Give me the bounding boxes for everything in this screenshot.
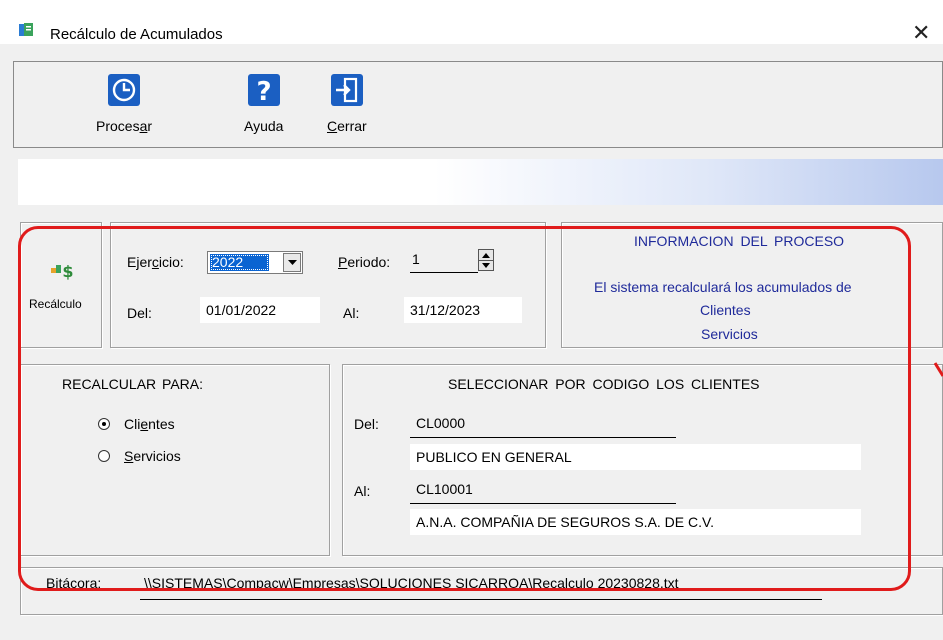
ejercicio-label-start: Ejer <box>127 254 152 270</box>
app-icon <box>19 23 33 36</box>
bitacora-accel: B <box>46 575 56 591</box>
info-title: INFORMACION DEL PROCESO <box>634 233 845 249</box>
bitacora-underline <box>140 599 822 600</box>
periodo-value: 1 <box>412 251 420 267</box>
close-window-button[interactable]: ✕ <box>912 22 930 44</box>
recalculo-panel: $ Recálculo <box>20 222 102 348</box>
bitacora-label: Bitácora: <box>46 575 101 591</box>
exit-door-icon <box>330 74 363 106</box>
recalcular-title: RECALCULAR PARA: <box>62 376 204 392</box>
info-line-3: Servicios <box>701 326 758 342</box>
periodo-accel: P <box>338 254 348 270</box>
ejercicio-accel: c <box>151 254 159 270</box>
spin-up-icon[interactable] <box>482 253 490 258</box>
spin-buttons[interactable] <box>478 249 494 271</box>
info-line-1: El sistema recalculará los acumulados de <box>594 279 852 295</box>
servicios-label[interactable]: Servicios <box>124 448 181 464</box>
del-date-label: Del: <box>127 305 152 321</box>
del-code-label: Del: <box>354 416 379 432</box>
servicios-radio[interactable] <box>98 450 110 462</box>
dropdown-button[interactable] <box>283 253 301 272</box>
servicios-label-end: ervicios <box>133 448 181 464</box>
parameters-panel <box>110 222 546 348</box>
clientes-label-end: ntes <box>148 416 175 432</box>
chevron-down-icon <box>288 260 297 265</box>
procesar-label-end: r <box>147 118 153 134</box>
svg-text:$: $ <box>62 262 73 280</box>
ayuda-label: Ayuda <box>244 118 284 134</box>
servicios-accel: S <box>124 448 134 464</box>
svg-text:?: ? <box>256 77 271 106</box>
ejercicio-value: 2022 <box>210 254 269 271</box>
del-date-field[interactable]: 01/01/2022 <box>200 297 320 323</box>
cerrar-accel: C <box>327 118 338 134</box>
cerrar-label: errar <box>337 118 367 134</box>
seleccionar-title: SELECCIONAR POR CODIGO LOS CLIENTES <box>448 376 760 392</box>
periodo-label: Periodo: <box>338 254 390 270</box>
money-icon: $ <box>51 262 74 280</box>
clientes-accel: e <box>140 416 149 432</box>
clientes-label[interactable]: Clientes <box>124 416 175 432</box>
spin-divider <box>479 260 493 261</box>
info-line-2: Clientes <box>700 302 751 318</box>
toolbar: Procesar ? Ayuda Cerrar <box>13 61 943 148</box>
recalculo-label: Recálculo <box>29 297 82 311</box>
procesar-label: Proces <box>96 118 140 134</box>
bitacora-label-end: itácora: <box>55 575 102 591</box>
clientes-label-start: Cli <box>124 416 141 432</box>
help-icon: ? <box>247 74 280 106</box>
del-name-field: PUBLICO EN GENERAL <box>410 444 861 470</box>
header-banner <box>18 159 943 205</box>
periodo-underline <box>410 272 478 273</box>
clock-icon <box>108 74 141 106</box>
al-code-underline <box>410 503 676 504</box>
spin-down-icon[interactable] <box>482 263 490 268</box>
periodo-spinner[interactable]: 1 <box>410 249 495 273</box>
al-code-field[interactable]: CL10001 <box>416 481 473 497</box>
clientes-radio[interactable] <box>98 418 110 430</box>
del-code-field[interactable]: CL0000 <box>416 415 465 431</box>
bitacora-path-field[interactable]: \\SISTEMAS\Compacw\Empresas\SOLUCIONES S… <box>144 575 679 591</box>
del-code-underline <box>410 437 676 438</box>
ejercicio-label-end: icio: <box>158 254 184 270</box>
ejercicio-select[interactable]: 2022 <box>207 251 303 274</box>
cerrar-button[interactable]: Cerrar <box>327 74 367 134</box>
ejercicio-label: Ejercicio: <box>127 254 184 270</box>
ayuda-button[interactable]: ? Ayuda <box>244 74 283 134</box>
annotation-arrow-icon <box>934 362 943 377</box>
periodo-label-end: eriodo: <box>347 254 391 270</box>
al-date-label: Al: <box>343 305 360 321</box>
procesar-button[interactable]: Procesar <box>96 74 152 134</box>
al-date-field[interactable]: 31/12/2023 <box>404 297 522 323</box>
al-name-field: A.N.A. COMPAÑIA DE SEGUROS S.A. DE C.V. <box>410 509 861 535</box>
al-code-label: Al: <box>354 483 371 499</box>
window-title: Recálculo de Acumulados <box>50 26 223 43</box>
